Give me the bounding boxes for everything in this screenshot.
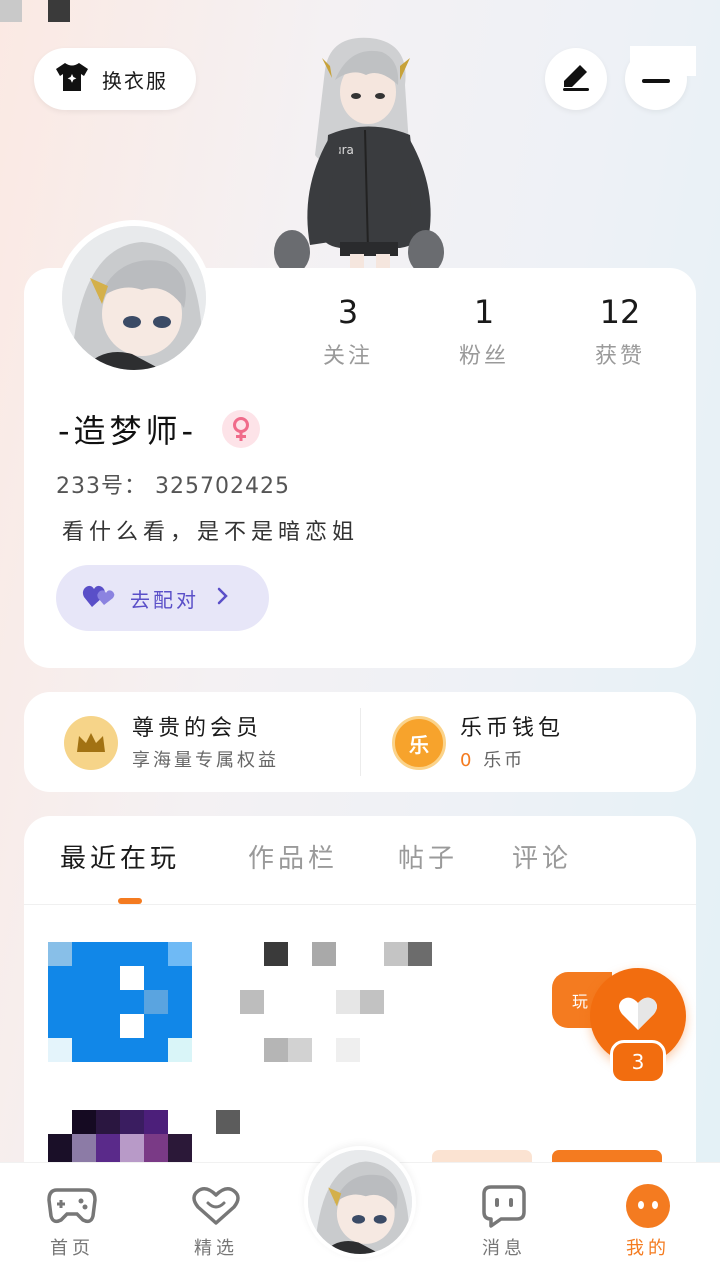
wallet-entry[interactable]: 乐 乐币钱包 0 乐币 [392, 716, 672, 776]
nav-home-label: 首页 [50, 1238, 94, 1259]
profile-face-icon [608, 1182, 688, 1230]
membership-subtitle: 享海量专属权益 [132, 750, 279, 771]
game-thumbnail[interactable] [48, 1110, 192, 1162]
nav-home[interactable]: 首页 [32, 1182, 112, 1260]
like-count-badge: 3 [610, 1040, 666, 1084]
tab-comments[interactable]: 评论 [512, 838, 572, 875]
membership-entry[interactable]: 尊贵的会员 享海量专属权益 [64, 716, 344, 776]
crown-icon [64, 716, 118, 770]
overlay-patch [630, 46, 696, 76]
nav-featured-label: 精选 [194, 1238, 238, 1259]
match-button[interactable]: 去配对 [56, 565, 269, 631]
stat-following-count: 3 [337, 293, 359, 331]
stat-following-label: 关注 [322, 344, 373, 369]
tshirt-icon [54, 61, 90, 97]
stat-fans-label: 粉丝 [458, 344, 509, 369]
nav-mine[interactable]: 我的 [608, 1182, 688, 1260]
user-id-row: 233号： 325702425 [56, 468, 290, 500]
status-pixel [0, 0, 22, 22]
lebi-coin-icon: 乐 [392, 716, 446, 770]
status-pixel [48, 0, 70, 22]
divider [24, 904, 696, 905]
double-heart-icon [82, 583, 116, 613]
game-thumbnail[interactable] [48, 942, 192, 1062]
stat-fans-count: 1 [473, 293, 495, 331]
bio-text: 看什么看，是不是暗恋姐 [62, 520, 360, 545]
wallet-balance: 0 乐币 [460, 746, 564, 772]
match-label: 去配对 [130, 587, 199, 612]
stat-fans[interactable]: 1 粉丝 [424, 292, 544, 370]
user-id-prefix: 233号： [56, 474, 147, 499]
pen-icon [560, 62, 592, 96]
heart-tv-icon [176, 1182, 256, 1230]
avatar-character[interactable]: ura [270, 30, 450, 274]
nav-messages[interactable]: 消息 [464, 1182, 544, 1260]
game-info-placeholder [216, 942, 432, 1064]
profile-avatar[interactable] [56, 220, 212, 376]
nav-featured[interactable]: 精选 [176, 1182, 256, 1260]
gamepad-icon [32, 1182, 112, 1230]
nav-mine-label: 我的 [626, 1238, 670, 1259]
chat-icon [464, 1182, 544, 1230]
stat-likes-count: 12 [599, 293, 641, 331]
edit-button[interactable] [545, 48, 607, 110]
user-id: 325702425 [155, 474, 290, 499]
coin-glyph: 乐 [409, 732, 429, 757]
stat-likes-label: 获赞 [594, 344, 645, 369]
wallet-title: 乐币钱包 [460, 716, 565, 741]
stat-likes[interactable]: 12 获赞 [560, 292, 680, 370]
tab-works[interactable]: 作品栏 [248, 838, 338, 875]
game-info-placeholder [216, 1110, 240, 1134]
membership-title: 尊贵的会员 [132, 716, 263, 741]
divider [360, 708, 361, 776]
chevron-right-icon [217, 587, 229, 609]
wallet-unit: 乐币 [483, 750, 526, 771]
stat-following[interactable]: 3 关注 [288, 292, 408, 370]
female-gender-icon [222, 410, 260, 448]
nav-messages-label: 消息 [482, 1238, 526, 1259]
nav-avatar[interactable] [304, 1146, 416, 1258]
change-outfit-button[interactable]: 换衣服 [34, 48, 196, 110]
tab-recently-played[interactable]: 最近在玩 [60, 838, 180, 875]
change-outfit-label: 换衣服 [102, 68, 168, 93]
tab-posts[interactable]: 帖子 [398, 838, 458, 875]
wallet-amount: 0 [460, 750, 475, 771]
heart-icon [618, 996, 658, 1036]
nickname: -造梦师- [58, 412, 198, 450]
